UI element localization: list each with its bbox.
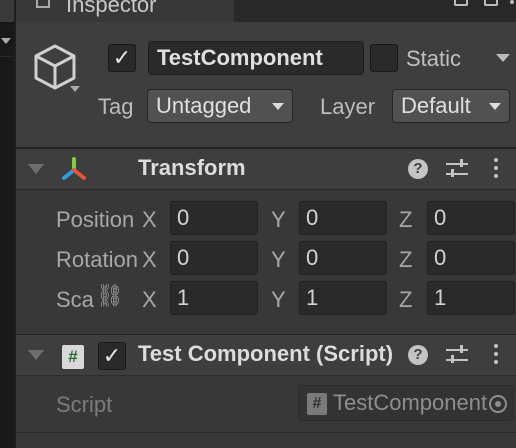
unlink-icon[interactable]: ⛓: [96, 283, 124, 309]
checkmark-icon: ✓: [112, 45, 132, 70]
icon-dropdown-arrow[interactable]: [70, 86, 80, 92]
cube-icon[interactable]: [30, 42, 80, 92]
rotation-y-label[interactable]: Y: [271, 247, 286, 273]
help-icon[interactable]: ?: [408, 159, 428, 179]
object-picker-icon[interactable]: [489, 395, 507, 413]
layer-value: Default: [401, 93, 471, 118]
rotation-z-label[interactable]: Z: [399, 247, 412, 273]
position-x-label[interactable]: X: [142, 207, 157, 233]
lock-icon[interactable]: [484, 0, 498, 6]
rotation-x-label[interactable]: X: [142, 247, 157, 273]
more-options-icon[interactable]: [494, 158, 498, 180]
active-checkbox[interactable]: ✓: [108, 44, 136, 72]
presets-icon[interactable]: [446, 345, 468, 365]
script-label: Script: [56, 392, 113, 417]
test-component-header[interactable]: # ✓ Test Component (Script) ?: [16, 334, 516, 376]
scale-z-label[interactable]: Z: [399, 287, 412, 313]
script-object-field[interactable]: # TestComponent: [298, 385, 514, 421]
scale-z-field[interactable]: 1: [427, 281, 515, 315]
position-y-label[interactable]: Y: [271, 207, 286, 233]
static-checkbox[interactable]: [370, 44, 398, 72]
layer-label: Layer: [320, 94, 376, 119]
divider: [16, 432, 516, 433]
transform-title: Transform: [138, 155, 246, 180]
test-component-title: Test Component (Script): [138, 341, 394, 366]
tab-menu-icon[interactable]: [510, 0, 514, 8]
layer-dropdown[interactable]: Default: [392, 89, 510, 123]
help-icon[interactable]: ?: [408, 345, 428, 365]
script-file-icon: #: [307, 393, 327, 415]
rotation-z-field[interactable]: 0: [427, 241, 515, 275]
tab-inspector-label: Inspector: [66, 0, 157, 17]
tag-dropdown[interactable]: Untagged: [147, 89, 293, 123]
static-dropdown-icon[interactable]: [496, 54, 510, 62]
chevron-down-icon: [489, 103, 501, 110]
more-options-icon[interactable]: [494, 344, 498, 366]
static-label: Static: [406, 46, 462, 71]
rotation-label: Rotation: [56, 247, 138, 272]
divider: [0, 56, 14, 57]
position-x-field[interactable]: 0: [170, 201, 258, 235]
transform-header[interactable]: Transform ?: [16, 148, 516, 190]
rotation-x-field[interactable]: 0: [170, 241, 258, 275]
checkmark-icon: ✓: [102, 343, 122, 368]
maximize-icon[interactable]: [454, 0, 468, 6]
transform-icon: [62, 157, 86, 180]
tab-inspector[interactable]: Inspector: [16, 0, 234, 22]
inspector-panel: Inspector ✓ TestComponent Static Tag Unt…: [14, 0, 516, 448]
foldout-arrow-icon[interactable]: [28, 350, 44, 360]
presets-icon[interactable]: [446, 159, 468, 179]
position-y-field[interactable]: 0: [299, 201, 387, 235]
tab-bar: Inspector: [16, 0, 516, 22]
left-panel-tab: [0, 0, 14, 22]
inspector-tab-icon: [36, 0, 50, 8]
scale-label: Scale: [56, 287, 94, 312]
gameobject-header: ✓ TestComponent Static Tag Untagged Laye…: [16, 22, 516, 148]
position-z-label[interactable]: Z: [399, 207, 412, 233]
position-z-field[interactable]: 0: [427, 201, 515, 235]
scale-y-label[interactable]: Y: [271, 287, 286, 313]
chevron-down-icon: [272, 103, 284, 110]
tag-label: Tag: [98, 94, 134, 119]
scale-x-field[interactable]: 1: [170, 281, 258, 315]
left-panel-edge: [0, 0, 14, 448]
foldout-arrow-icon[interactable]: [28, 164, 44, 174]
position-label: Position: [56, 207, 135, 232]
scale-x-label[interactable]: X: [142, 287, 157, 313]
scale-y-field[interactable]: 1: [299, 281, 387, 315]
component-enabled-checkbox[interactable]: ✓: [98, 342, 126, 370]
script-value: TestComponent: [333, 390, 488, 415]
script-icon: #: [62, 345, 84, 369]
tag-value: Untagged: [156, 93, 252, 118]
rotation-y-field[interactable]: 0: [299, 241, 387, 275]
chevron-down-icon[interactable]: [1, 38, 11, 44]
gameobject-name-input[interactable]: TestComponent: [148, 41, 364, 75]
